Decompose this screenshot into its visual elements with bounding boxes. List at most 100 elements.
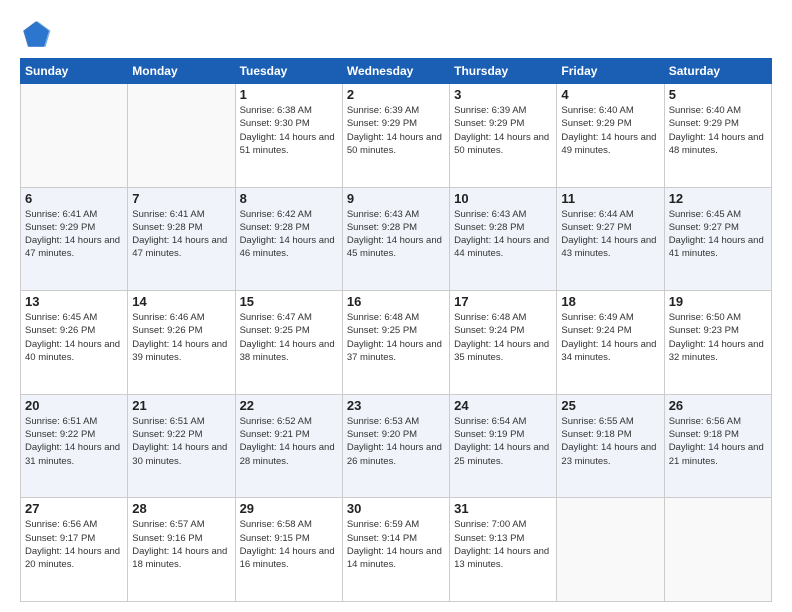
day-number: 16 (347, 294, 445, 309)
calendar-cell-0-0 (21, 84, 128, 188)
day-number: 30 (347, 501, 445, 516)
calendar-cell-2-3: 16 Sunrise: 6:48 AMSunset: 9:25 PMDayligh… (342, 291, 449, 395)
day-number: 9 (347, 191, 445, 206)
day-info: Sunrise: 6:57 AMSunset: 9:16 PMDaylight:… (132, 518, 230, 571)
calendar-cell-0-5: 4Sunrise: 6:40 AMSunset: 9:29 PMDaylight… (557, 84, 664, 188)
day-info: Sunrise: 6:45 AMSunset: 9:27 PMDaylight:… (669, 208, 767, 261)
day-info: Sunrise: 6:38 AMSunset: 9:30 PMDaylight:… (240, 104, 338, 157)
day-info: Sunrise: 6:51 AMSunset: 9:22 PMDaylight:… (132, 415, 230, 468)
calendar-cell-2-5: 18 Sunrise: 6:49 AMSunset: 9:24 PMDayligh… (557, 291, 664, 395)
logo (20, 18, 56, 50)
calendar-table: SundayMondayTuesdayWednesdayThursdayFrid… (20, 58, 772, 602)
day-info: Sunrise: 6:40 AMSunset: 9:29 PMDaylight:… (561, 104, 659, 157)
calendar-cell-3-4: 24 Sunrise: 6:54 AMSunset: 9:19 PMDayligh… (450, 394, 557, 498)
calendar-cell-1-5: 11 Sunrise: 6:44 AMSunset: 9:27 PMDayligh… (557, 187, 664, 291)
day-number: 26 (669, 398, 767, 413)
day-info: Sunrise: 6:48 AMSunset: 9:25 PMDaylight:… (347, 311, 445, 364)
day-info: Sunrise: 6:42 AMSunset: 9:28 PMDaylight:… (240, 208, 338, 261)
day-number: 25 (561, 398, 659, 413)
day-info: Sunrise: 6:41 AMSunset: 9:28 PMDaylight:… (132, 208, 230, 261)
calendar-cell-0-1 (128, 84, 235, 188)
header (20, 18, 772, 50)
day-number: 11 (561, 191, 659, 206)
day-number: 7 (132, 191, 230, 206)
calendar-cell-1-2: 8Sunrise: 6:42 AMSunset: 9:28 PMDaylight… (235, 187, 342, 291)
day-info: Sunrise: 6:54 AMSunset: 9:19 PMDaylight:… (454, 415, 552, 468)
day-info: Sunrise: 6:58 AMSunset: 9:15 PMDaylight:… (240, 518, 338, 571)
calendar-cell-3-1: 21 Sunrise: 6:51 AMSunset: 9:22 PMDayligh… (128, 394, 235, 498)
calendar-week-row-4: 27 Sunrise: 6:56 AMSunset: 9:17 PMDayligh… (21, 498, 772, 602)
day-number: 13 (25, 294, 123, 309)
day-info: Sunrise: 6:56 AMSunset: 9:17 PMDaylight:… (25, 518, 123, 571)
day-number: 14 (132, 294, 230, 309)
calendar-cell-4-2: 29 Sunrise: 6:58 AMSunset: 9:15 PMDayligh… (235, 498, 342, 602)
calendar-week-row-1: 6 Sunrise: 6:41 AMSunset: 9:29 PMDaylight… (21, 187, 772, 291)
day-info: Sunrise: 6:55 AMSunset: 9:18 PMDaylight:… (561, 415, 659, 468)
day-info: Sunrise: 6:53 AMSunset: 9:20 PMDaylight:… (347, 415, 445, 468)
day-info: Sunrise: 6:52 AMSunset: 9:21 PMDaylight:… (240, 415, 338, 468)
day-number: 6 (25, 191, 123, 206)
calendar-header-thursday: Thursday (450, 59, 557, 84)
day-number: 27 (25, 501, 123, 516)
calendar-header-sunday: Sunday (21, 59, 128, 84)
day-info: Sunrise: 6:44 AMSunset: 9:27 PMDaylight:… (561, 208, 659, 261)
day-number: 21 (132, 398, 230, 413)
day-number: 10 (454, 191, 552, 206)
day-number: 19 (669, 294, 767, 309)
calendar-cell-1-0: 6 Sunrise: 6:41 AMSunset: 9:29 PMDaylight… (21, 187, 128, 291)
calendar-cell-4-4: 31Sunrise: 7:00 AMSunset: 9:13 PMDayligh… (450, 498, 557, 602)
calendar-cell-3-0: 20 Sunrise: 6:51 AMSunset: 9:22 PMDayligh… (21, 394, 128, 498)
day-info: Sunrise: 6:45 AMSunset: 9:26 PMDaylight:… (25, 311, 123, 364)
calendar-cell-2-2: 15 Sunrise: 6:47 AMSunset: 9:25 PMDayligh… (235, 291, 342, 395)
calendar-header-tuesday: Tuesday (235, 59, 342, 84)
day-number: 2 (347, 87, 445, 102)
calendar-cell-4-6 (664, 498, 771, 602)
day-info: Sunrise: 6:47 AMSunset: 9:25 PMDaylight:… (240, 311, 338, 364)
day-number: 18 (561, 294, 659, 309)
calendar-cell-3-5: 25 Sunrise: 6:55 AMSunset: 9:18 PMDayligh… (557, 394, 664, 498)
calendar-cell-2-0: 13 Sunrise: 6:45 AMSunset: 9:26 PMDayligh… (21, 291, 128, 395)
calendar-cell-0-4: 3Sunrise: 6:39 AMSunset: 9:29 PMDaylight… (450, 84, 557, 188)
calendar-header-row: SundayMondayTuesdayWednesdayThursdayFrid… (21, 59, 772, 84)
day-info: Sunrise: 6:43 AMSunset: 9:28 PMDaylight:… (347, 208, 445, 261)
calendar-cell-2-6: 19 Sunrise: 6:50 AMSunset: 9:23 PMDayligh… (664, 291, 771, 395)
day-info: Sunrise: 6:46 AMSunset: 9:26 PMDaylight:… (132, 311, 230, 364)
day-number: 24 (454, 398, 552, 413)
day-number: 15 (240, 294, 338, 309)
day-number: 5 (669, 87, 767, 102)
calendar-cell-1-3: 9 Sunrise: 6:43 AMSunset: 9:28 PMDaylight… (342, 187, 449, 291)
day-number: 22 (240, 398, 338, 413)
calendar-cell-3-6: 26 Sunrise: 6:56 AMSunset: 9:18 PMDayligh… (664, 394, 771, 498)
calendar-cell-3-3: 23 Sunrise: 6:53 AMSunset: 9:20 PMDayligh… (342, 394, 449, 498)
day-info: Sunrise: 6:50 AMSunset: 9:23 PMDaylight:… (669, 311, 767, 364)
calendar-cell-0-3: 2Sunrise: 6:39 AMSunset: 9:29 PMDaylight… (342, 84, 449, 188)
day-number: 29 (240, 501, 338, 516)
calendar-cell-4-5 (557, 498, 664, 602)
day-info: Sunrise: 6:56 AMSunset: 9:18 PMDaylight:… (669, 415, 767, 468)
day-info: Sunrise: 6:39 AMSunset: 9:29 PMDaylight:… (454, 104, 552, 157)
day-info: Sunrise: 6:49 AMSunset: 9:24 PMDaylight:… (561, 311, 659, 364)
calendar-cell-2-1: 14 Sunrise: 6:46 AMSunset: 9:26 PMDayligh… (128, 291, 235, 395)
day-info: Sunrise: 6:51 AMSunset: 9:22 PMDaylight:… (25, 415, 123, 468)
calendar-cell-1-4: 10 Sunrise: 6:43 AMSunset: 9:28 PMDayligh… (450, 187, 557, 291)
page: SundayMondayTuesdayWednesdayThursdayFrid… (0, 0, 792, 612)
calendar-cell-0-2: 1Sunrise: 6:38 AMSunset: 9:30 PMDaylight… (235, 84, 342, 188)
calendar-week-row-3: 20 Sunrise: 6:51 AMSunset: 9:22 PMDayligh… (21, 394, 772, 498)
day-info: Sunrise: 6:40 AMSunset: 9:29 PMDaylight:… (669, 104, 767, 157)
day-info: Sunrise: 6:41 AMSunset: 9:29 PMDaylight:… (25, 208, 123, 261)
calendar-cell-2-4: 17Sunrise: 6:48 AMSunset: 9:24 PMDayligh… (450, 291, 557, 395)
day-number: 20 (25, 398, 123, 413)
calendar-cell-3-2: 22 Sunrise: 6:52 AMSunset: 9:21 PMDayligh… (235, 394, 342, 498)
day-number: 28 (132, 501, 230, 516)
calendar-cell-1-1: 7 Sunrise: 6:41 AMSunset: 9:28 PMDaylight… (128, 187, 235, 291)
calendar-week-row-0: 1Sunrise: 6:38 AMSunset: 9:30 PMDaylight… (21, 84, 772, 188)
calendar-header-saturday: Saturday (664, 59, 771, 84)
day-info: Sunrise: 6:43 AMSunset: 9:28 PMDaylight:… (454, 208, 552, 261)
calendar-header-monday: Monday (128, 59, 235, 84)
day-number: 23 (347, 398, 445, 413)
day-number: 31 (454, 501, 552, 516)
calendar-cell-4-1: 28 Sunrise: 6:57 AMSunset: 9:16 PMDayligh… (128, 498, 235, 602)
day-info: Sunrise: 6:48 AMSunset: 9:24 PMDaylight:… (454, 311, 552, 364)
calendar-header-friday: Friday (557, 59, 664, 84)
day-number: 12 (669, 191, 767, 206)
